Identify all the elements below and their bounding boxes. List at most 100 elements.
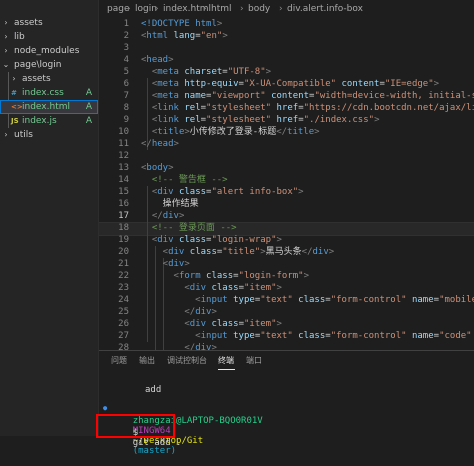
line-number: 24 — [118, 295, 129, 305]
line-number: 19 — [118, 235, 129, 245]
breadcrumb-separator-icon: › — [203, 4, 207, 14]
code-line[interactable]: <div class="item"> — [141, 282, 282, 294]
js-file-icon: JS — [11, 117, 19, 125]
css-file-icon: # — [11, 89, 17, 97]
line-number: 21 — [118, 259, 129, 269]
explorer-item-lib[interactable]: › lib — [0, 30, 98, 44]
code-line[interactable]: <div> — [141, 258, 190, 270]
html-file-icon: <> — [11, 103, 23, 111]
tab-terminal[interactable]: 终端 — [218, 355, 234, 366]
code-line[interactable]: <meta http-equiv="X-UA-Compatible" conte… — [141, 78, 439, 90]
explorer-item-label: page\login — [14, 60, 62, 70]
line-number: 15 — [118, 187, 129, 197]
explorer-item-utils[interactable]: › utils — [0, 128, 98, 142]
code-line[interactable]: <input type="text" class="form-control" … — [141, 330, 474, 342]
code-line[interactable]: <link rel="stylesheet" href="https://cdn… — [141, 102, 474, 114]
explorer-item-index-html[interactable]: <> index.html A — [0, 100, 98, 114]
line-number: 8 — [123, 103, 129, 113]
code-line[interactable]: <html lang="en"> — [141, 30, 228, 42]
line-number: 12 — [118, 151, 129, 161]
breadcrumb-separator-icon: › — [155, 4, 159, 14]
terminal-command: git add . — [132, 438, 182, 448]
breadcrumb-separator-icon: › — [240, 4, 244, 14]
active-tab-indicator — [218, 369, 235, 370]
code-line[interactable]: </div> — [141, 210, 185, 222]
chevron-right-icon: › — [4, 46, 8, 55]
chevron-right-icon: › — [4, 130, 8, 139]
breadcrumb-item[interactable]: div.alert.info-box — [287, 0, 363, 18]
code-line[interactable]: 操作结果 — [141, 198, 199, 210]
explorer-item-label: lib — [14, 32, 25, 42]
code-line[interactable]: <body> — [141, 162, 174, 174]
git-status-badge: A — [85, 116, 92, 126]
code-editor[interactable]: 1 <!DOCTYPE html> 2 <html lang="en"> 3 4 <head… — [99, 18, 474, 350]
line-number: 9 — [123, 115, 129, 125]
line-number: 22 — [118, 271, 129, 281]
git-status-badge: A — [85, 88, 92, 98]
explorer-item-assets[interactable]: › assets — [0, 16, 98, 30]
explorer-item-page-login[interactable]: ⌄ page\login — [0, 58, 98, 72]
line-number: 11 — [118, 139, 129, 149]
code-line[interactable]: <link rel="stylesheet" href="./index.css… — [141, 114, 380, 126]
line-number: 13 — [118, 163, 129, 173]
chevron-right-icon: › — [4, 32, 8, 41]
tab-output[interactable]: 输出 — [139, 355, 155, 366]
code-line[interactable]: <div class="login-wrap"> — [141, 234, 282, 246]
code-line[interactable]: <meta name="viewport" content="width=dev… — [141, 90, 474, 102]
breadcrumb-separator-icon: › — [127, 4, 131, 14]
line-number: 2 — [123, 31, 129, 41]
code-line[interactable]: <input type="text" class="form-control" … — [141, 294, 474, 306]
line-number: 17 — [118, 211, 129, 221]
breadcrumb-item[interactable]: body — [248, 0, 270, 18]
explorer-item-assets[interactable]: › assets — [0, 72, 98, 86]
breadcrumb-item[interactable]: html — [211, 0, 232, 18]
explorer-sidebar: › assets › lib › node_modules ⌄ page\login › asse… — [0, 0, 99, 436]
explorer-item-label: node_modules — [14, 46, 80, 56]
line-number: 20 — [118, 247, 129, 257]
code-line[interactable]: </head> — [141, 138, 179, 150]
line-number: 26 — [118, 319, 129, 329]
code-line[interactable]: <form class="login-form"> — [141, 270, 310, 282]
terminal-output-line: add — [145, 385, 162, 395]
code-line[interactable]: <head> — [141, 54, 174, 66]
line-number: 14 — [118, 175, 129, 185]
explorer-item-label: index.css — [22, 88, 64, 98]
code-line[interactable]: </div> — [141, 342, 217, 350]
code-line[interactable]: <div class="item"> — [141, 318, 282, 330]
line-number: 7 — [123, 91, 129, 101]
line-number: 1 — [123, 19, 129, 29]
code-line[interactable]: <!DOCTYPE html> — [141, 18, 222, 30]
terminal-decoration-dot-icon: ● — [103, 404, 108, 412]
code-line[interactable]: <meta charset="UTF-8"> — [141, 66, 271, 78]
explorer-item-node-modules[interactable]: › node_modules — [0, 44, 98, 58]
tab-debug-console[interactable]: 调试控制台 — [167, 355, 207, 366]
code-line[interactable]: <div class="alert info-box"> — [141, 186, 304, 198]
breadcrumb-separator-icon: › — [279, 4, 283, 14]
breadcrumb: page › login › index.html › html › body › div.aler… — [99, 0, 474, 18]
chevron-right-icon: › — [4, 18, 8, 27]
explorer-item-label: utils — [14, 130, 33, 140]
code-line[interactable]: <!-- 登录页面 --> — [141, 222, 237, 234]
breadcrumb-item[interactable]: login — [135, 0, 157, 18]
explorer-item-index-js[interactable]: JS index.js A — [0, 114, 98, 128]
line-number: 16 — [118, 199, 129, 209]
code-line[interactable]: <title>小传修改了登录-标题</title> — [141, 126, 320, 138]
code-line[interactable]: <div class="title">黑马头条</div> — [141, 246, 335, 258]
code-line[interactable]: </div> — [141, 306, 217, 318]
annotation-highlight-box — [96, 414, 175, 438]
line-number: 25 — [118, 307, 129, 317]
chevron-right-icon: › — [12, 74, 16, 83]
explorer-item-label: assets — [22, 74, 51, 84]
line-number: 5 — [123, 67, 129, 77]
line-number: 4 — [123, 55, 129, 65]
tab-ports[interactable]: 端口 — [246, 355, 262, 366]
line-number: 10 — [118, 127, 129, 137]
code-line[interactable]: <!-- 警告框 --> — [141, 174, 228, 186]
line-number: 6 — [123, 79, 129, 89]
git-status-badge: A — [85, 102, 92, 112]
explorer-item-label: index.js — [22, 116, 57, 126]
chevron-down-icon: ⌄ — [2, 60, 10, 69]
tab-problems[interactable]: 问题 — [111, 355, 127, 366]
explorer-item-index-css[interactable]: # index.css A — [0, 86, 98, 100]
line-number: 27 — [118, 331, 129, 341]
